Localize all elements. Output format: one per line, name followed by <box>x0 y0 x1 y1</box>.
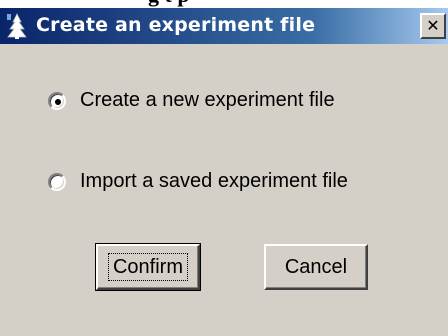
cancel-button-label: Cancel <box>284 255 348 278</box>
close-button[interactable]: ✕ <box>420 13 446 39</box>
background-caption: g t p <box>0 0 448 8</box>
radio-button-import-saved[interactable] <box>48 172 66 191</box>
window-title: Create an experiment file <box>36 14 316 36</box>
radio-button-create-new[interactable] <box>48 91 66 110</box>
cancel-button[interactable]: Cancel <box>264 244 368 290</box>
create-experiment-dialog: Create an experiment file ✕ Create a new… <box>0 8 448 336</box>
radio-option-import-saved[interactable]: Import a saved experiment file <box>48 170 348 193</box>
radio-label-import-saved: Import a saved experiment file <box>80 170 348 192</box>
title-bar[interactable]: Create an experiment file ✕ <box>0 8 448 44</box>
radio-option-create-new[interactable]: Create a new experiment file <box>48 89 335 112</box>
radio-selected-dot <box>55 98 61 105</box>
radio-label-create-new: Create a new experiment file <box>80 89 335 111</box>
close-icon: ✕ <box>426 16 440 35</box>
background-caption-text: g t p <box>148 0 190 8</box>
app-tree-icon <box>7 13 27 39</box>
confirm-button[interactable]: Confirm <box>95 243 201 291</box>
confirm-button-label: Confirm <box>107 253 188 281</box>
